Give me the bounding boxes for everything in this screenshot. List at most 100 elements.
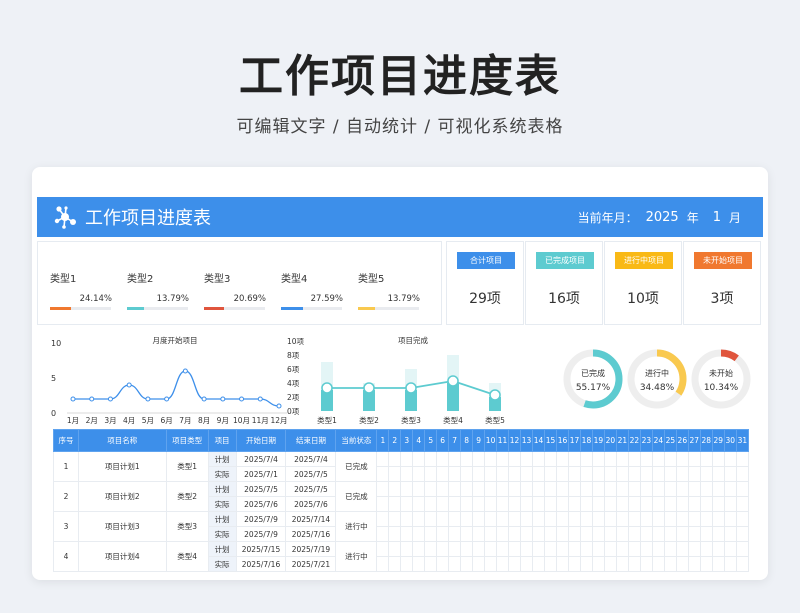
gantt-day-cell[interactable] [520,511,534,527]
gantt-day-cell[interactable] [603,526,617,542]
row-number-cell[interactable]: 3 [53,511,79,542]
gantt-day-cell[interactable] [400,526,414,542]
gantt-day-cell[interactable] [627,496,641,512]
gantt-day-cell[interactable] [711,556,725,572]
project-type-cell[interactable]: 类型1 [165,451,209,482]
gantt-day-cell[interactable] [603,541,617,557]
gantt-day-cell[interactable] [711,526,725,542]
plan-start-cell[interactable]: 2025/7/4 [235,451,287,467]
gantt-day-cell[interactable] [424,541,438,557]
gantt-day-cell[interactable] [412,481,426,497]
status-cell[interactable]: 进行中 [335,541,378,572]
gantt-day-cell[interactable] [532,541,545,557]
gantt-day-cell[interactable] [376,466,390,482]
actual-end-cell[interactable]: 2025/7/5 [285,466,337,482]
gantt-day-cell[interactable] [412,496,426,512]
gantt-day-cell[interactable] [711,496,725,512]
gantt-day-cell[interactable] [615,541,629,557]
gantt-day-cell[interactable] [544,526,557,542]
actual-kind-cell[interactable]: 实际 [207,466,237,482]
gantt-day-cell[interactable] [591,526,605,542]
gantt-day-cell[interactable] [388,481,402,497]
gantt-day-cell[interactable] [567,541,581,557]
plan-start-cell[interactable]: 2025/7/5 [235,481,287,497]
gantt-day-cell[interactable] [532,451,545,467]
gantt-day-cell[interactable] [699,496,713,512]
gantt-day-cell[interactable] [412,511,426,527]
gantt-day-cell[interactable] [603,511,617,527]
actual-end-cell[interactable]: 2025/7/21 [285,556,337,572]
gantt-day-cell[interactable] [591,496,605,512]
gantt-day-cell[interactable] [723,451,737,467]
gantt-day-cell[interactable] [555,511,569,527]
gantt-day-cell[interactable] [400,481,414,497]
gantt-day-cell[interactable] [735,481,750,497]
gantt-day-cell[interactable] [567,556,581,572]
gantt-day-cell[interactable] [400,541,414,557]
gantt-day-cell[interactable] [388,556,402,572]
gantt-day-cell[interactable] [651,451,665,467]
gantt-day-cell[interactable] [723,556,737,572]
plan-start-cell[interactable]: 2025/7/9 [235,511,287,527]
gantt-day-cell[interactable] [424,496,438,512]
gantt-day-cell[interactable] [472,496,486,512]
gantt-day-cell[interactable] [663,541,677,557]
gantt-day-cell[interactable] [532,556,545,572]
gantt-day-cell[interactable] [639,511,653,527]
gantt-day-cell[interactable] [627,541,641,557]
gantt-day-cell[interactable] [544,451,557,467]
gantt-day-cell[interactable] [400,556,414,572]
gantt-day-cell[interactable] [687,511,701,527]
gantt-day-cell[interactable] [675,466,689,482]
gantt-day-cell[interactable] [400,511,414,527]
gantt-day-cell[interactable] [723,496,737,512]
gantt-day-cell[interactable] [544,496,557,512]
actual-start-cell[interactable]: 2025/7/1 [235,466,287,482]
gantt-day-cell[interactable] [627,511,641,527]
gantt-day-cell[interactable] [520,451,534,467]
gantt-day-cell[interactable] [376,556,390,572]
gantt-day-cell[interactable] [615,451,629,467]
row-number-cell[interactable]: 4 [53,541,79,572]
gantt-day-cell[interactable] [496,541,510,557]
gantt-day-cell[interactable] [436,541,450,557]
gantt-day-cell[interactable] [448,541,462,557]
gantt-day-cell[interactable] [579,481,593,497]
gantt-day-cell[interactable] [723,526,737,542]
gantt-day-cell[interactable] [711,451,725,467]
gantt-day-cell[interactable] [555,481,569,497]
gantt-day-cell[interactable] [579,496,593,512]
gantt-day-cell[interactable] [436,556,450,572]
gantt-day-cell[interactable] [627,556,641,572]
gantt-day-cell[interactable] [663,466,677,482]
gantt-day-cell[interactable] [388,541,402,557]
gantt-day-cell[interactable] [376,496,390,512]
gantt-day-cell[interactable] [699,541,713,557]
gantt-day-cell[interactable] [675,511,689,527]
gantt-day-cell[interactable] [711,481,725,497]
gantt-day-cell[interactable] [615,496,629,512]
gantt-day-cell[interactable] [460,496,474,512]
gantt-day-cell[interactable] [472,466,486,482]
gantt-day-cell[interactable] [687,556,701,572]
status-cell[interactable]: 进行中 [335,511,378,542]
gantt-day-cell[interactable] [723,541,737,557]
row-number-cell[interactable]: 1 [53,451,79,482]
gantt-day-cell[interactable] [735,511,750,527]
gantt-day-cell[interactable] [448,496,462,512]
gantt-day-cell[interactable] [532,481,545,497]
gantt-day-cell[interactable] [663,451,677,467]
gantt-day-cell[interactable] [484,466,498,482]
gantt-day-cell[interactable] [579,556,593,572]
gantt-day-cell[interactable] [532,496,545,512]
gantt-day-cell[interactable] [460,451,474,467]
gantt-day-cell[interactable] [639,466,653,482]
gantt-day-cell[interactable] [484,481,498,497]
gantt-day-cell[interactable] [388,526,402,542]
gantt-day-cell[interactable] [687,481,701,497]
gantt-day-cell[interactable] [508,541,522,557]
status-cell[interactable]: 已完成 [335,451,378,482]
gantt-day-cell[interactable] [615,466,629,482]
gantt-day-cell[interactable] [639,481,653,497]
gantt-day-cell[interactable] [579,466,593,482]
